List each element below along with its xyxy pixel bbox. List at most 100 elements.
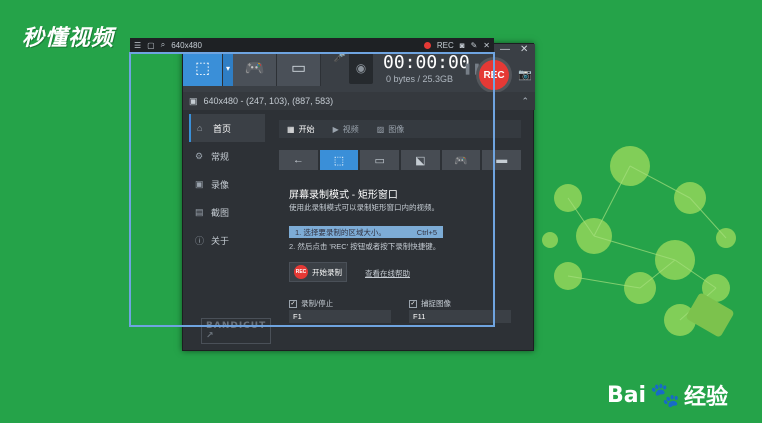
mode-selector: ← ⬚ ▭ ⬕ 🎮 ▬ xyxy=(279,150,522,170)
file-size: 0 bytes / 25.3GB xyxy=(386,74,454,84)
rectangle-mode-tile[interactable]: ⬚ xyxy=(319,150,359,170)
fullscreen-mode-tile[interactable]: ▭ xyxy=(360,150,400,170)
mode-description: 使用此录制模式可以录制矩形窗口内的视频。 xyxy=(289,203,439,212)
capture-toolbar: ☰ ▢ ⌕ 640x480 REC ◙ ✎ ✕ xyxy=(130,38,494,52)
search-icon[interactable]: ⌕ xyxy=(161,40,165,50)
cursor-region-icon: ⬕ xyxy=(415,154,426,167)
video-icon: ▶ xyxy=(332,124,339,134)
hdmi-icon: ▬ xyxy=(496,154,508,166)
microphone-icon: 🎤 xyxy=(333,52,347,63)
hotkey2-toggle[interactable]: ✓ 捕捉图像 xyxy=(409,298,451,309)
gear-icon: ⚙ xyxy=(195,150,204,161)
hotkey1-field[interactable]: F1 xyxy=(289,310,391,323)
checkbox-icon: ✓ xyxy=(409,299,417,308)
sidebar: ⌂ 首页 ⚙ 常规 ▣ 录像 ▤ 截图 ⓘ 关于 BANDICUT ↗ xyxy=(189,114,272,344)
toolbar-rec-button[interactable]: REC xyxy=(437,41,454,50)
webcam-button[interactable]: ◉ xyxy=(349,52,373,84)
image-icon: ▤ xyxy=(195,206,204,217)
tab-label: 图像 xyxy=(388,124,405,134)
rec-dot-icon xyxy=(423,41,431,49)
rectangle-icon: ⬚ xyxy=(194,60,211,77)
hdmi-icon: ▭ xyxy=(290,60,307,77)
device-mode-tile[interactable]: ▬ xyxy=(482,150,522,170)
arrow-left-icon: ← xyxy=(292,154,304,166)
step1-highlight: 1. 选择要录制的区域大小。 Ctrl+5 xyxy=(289,226,443,238)
tab-image[interactable]: ▨ 图像 xyxy=(377,124,405,135)
game-mode-button[interactable]: 🎮 xyxy=(233,50,277,86)
hotkey2-field[interactable]: F11 xyxy=(409,310,511,323)
step2-text: 2. 然后点击 'REC' 按钮或者按下录制快捷键。 xyxy=(289,242,441,251)
menu-icon[interactable]: ☰ xyxy=(134,41,141,50)
tab-label: 视频 xyxy=(342,124,359,134)
sidebar-item-label: 录像 xyxy=(211,179,230,190)
step1-hotkey: Ctrl+5 xyxy=(416,227,437,237)
capture-info-bar: ▣ 640x480 - (247, 103), (887, 583) ⌃ xyxy=(183,92,535,110)
mode-title: 屏幕录制模式 - 矩形窗口 xyxy=(289,190,398,201)
gamepad-icon: 🎮 xyxy=(454,154,468,167)
monitor-icon: ▭ xyxy=(374,154,385,167)
device-mode-button[interactable]: ▭ xyxy=(277,50,321,86)
sidebar-item-home[interactable]: ⌂ 首页 xyxy=(189,114,265,142)
hotkey1-toggle[interactable]: ✓ 录制/停止 xyxy=(289,298,333,309)
sidebar-item-general[interactable]: ⚙ 常规 xyxy=(189,142,265,170)
rectangle-mode-button[interactable]: ⬚ xyxy=(183,50,223,86)
tab-start[interactable]: ▦ 开始 xyxy=(287,124,315,135)
close-icon[interactable]: ✕ xyxy=(520,44,528,55)
video-icon: ▣ xyxy=(195,178,204,189)
game-mode-tile[interactable]: 🎮 xyxy=(441,150,481,170)
image-icon: ▨ xyxy=(376,124,385,134)
film-icon: ▦ xyxy=(287,124,295,134)
checkbox-icon: ✓ xyxy=(289,299,297,308)
record-timer: 00:00:00 xyxy=(383,52,470,73)
tab-bar: ▦ 开始 ▶ 视频 ▨ 图像 xyxy=(279,120,521,138)
screenshot-button[interactable]: 📷 xyxy=(518,68,532,81)
mode-dropdown-button[interactable]: ▾ xyxy=(223,50,233,86)
start-label: 开始录制 xyxy=(312,267,342,277)
start-recording-button[interactable]: REC 开始录制 xyxy=(289,262,347,282)
sidebar-item-video[interactable]: ▣ 录像 xyxy=(189,170,265,198)
tab-video[interactable]: ▶ 视频 xyxy=(333,124,359,135)
rectangle-icon: ⬚ xyxy=(333,154,345,167)
window-controls: — ✕ xyxy=(500,44,528,55)
lightbulb-graphic xyxy=(542,146,736,337)
capture-info: 640x480 - (247, 103), (887, 583) xyxy=(203,96,334,106)
camera-icon[interactable]: ◙ xyxy=(460,41,465,50)
hotkey1-label: 录制/停止 xyxy=(301,299,334,308)
baidu-jingyan-logo: Bai 🐾 经验 xyxy=(607,379,728,411)
sidebar-item-image[interactable]: ▤ 截图 xyxy=(189,198,265,226)
chevron-down-icon: ▾ xyxy=(225,63,230,73)
minimize-icon[interactable]: — xyxy=(500,44,510,55)
watermark-logo: 秒懂视频 xyxy=(22,26,115,51)
close-icon[interactable]: ✕ xyxy=(483,41,490,50)
webcam-icon: ◉ xyxy=(355,61,367,75)
camera-icon: 📷 xyxy=(518,69,532,81)
info-icon: ⓘ xyxy=(195,235,205,246)
baidu-suffix: 经验 xyxy=(683,385,728,410)
region-mode-tile[interactable]: ⬕ xyxy=(401,150,440,170)
home-icon: ⌂ xyxy=(197,123,203,133)
rec-button[interactable]: REC xyxy=(479,60,509,90)
paw-icon: 🐾 xyxy=(650,381,680,409)
bandicut-logo[interactable]: BANDICUT ↗ xyxy=(201,318,272,344)
tab-label: 开始 xyxy=(298,124,315,134)
sidebar-item-label: 截图 xyxy=(211,207,230,218)
bandicam-window: ⬚ ▾ 🎮 ▭ 🎤 ◉ 00:00:00 0 bytes / 25.3GB ❚❚… xyxy=(182,43,535,351)
step1-text: 1. 选择要录制的区域大小。 xyxy=(295,227,386,237)
collapse-button[interactable]: ⌃ xyxy=(521,96,529,107)
lock-icon: ▣ xyxy=(189,95,198,106)
online-help-link[interactable]: 查看在线帮助 xyxy=(365,268,410,279)
pencil-icon[interactable]: ✎ xyxy=(471,41,478,50)
sidebar-item-about[interactable]: ⓘ 关于 xyxy=(189,226,265,254)
mic-button[interactable]: 🎤 xyxy=(333,52,347,84)
capture-size[interactable]: 640x480 xyxy=(171,41,202,50)
gamepad-icon: 🎮 xyxy=(244,60,265,77)
sidebar-item-label: 首页 xyxy=(213,123,232,134)
toolbar-right: REC ◙ ✎ ✕ xyxy=(423,41,494,50)
rec-icon: REC xyxy=(294,265,308,279)
sidebar-item-label: 关于 xyxy=(211,235,230,246)
main-panel: ▦ 开始 ▶ 视频 ▨ 图像 ← ⬚ ▭ ⬕ 🎮 ▬ 屏幕录制模式 - 矩形窗口 使用… xyxy=(269,110,531,348)
window-icon[interactable]: ▢ xyxy=(147,41,155,50)
baidu-brand: Bai xyxy=(606,382,647,408)
back-button[interactable]: ← xyxy=(279,150,318,170)
sidebar-item-label: 常规 xyxy=(211,151,230,162)
